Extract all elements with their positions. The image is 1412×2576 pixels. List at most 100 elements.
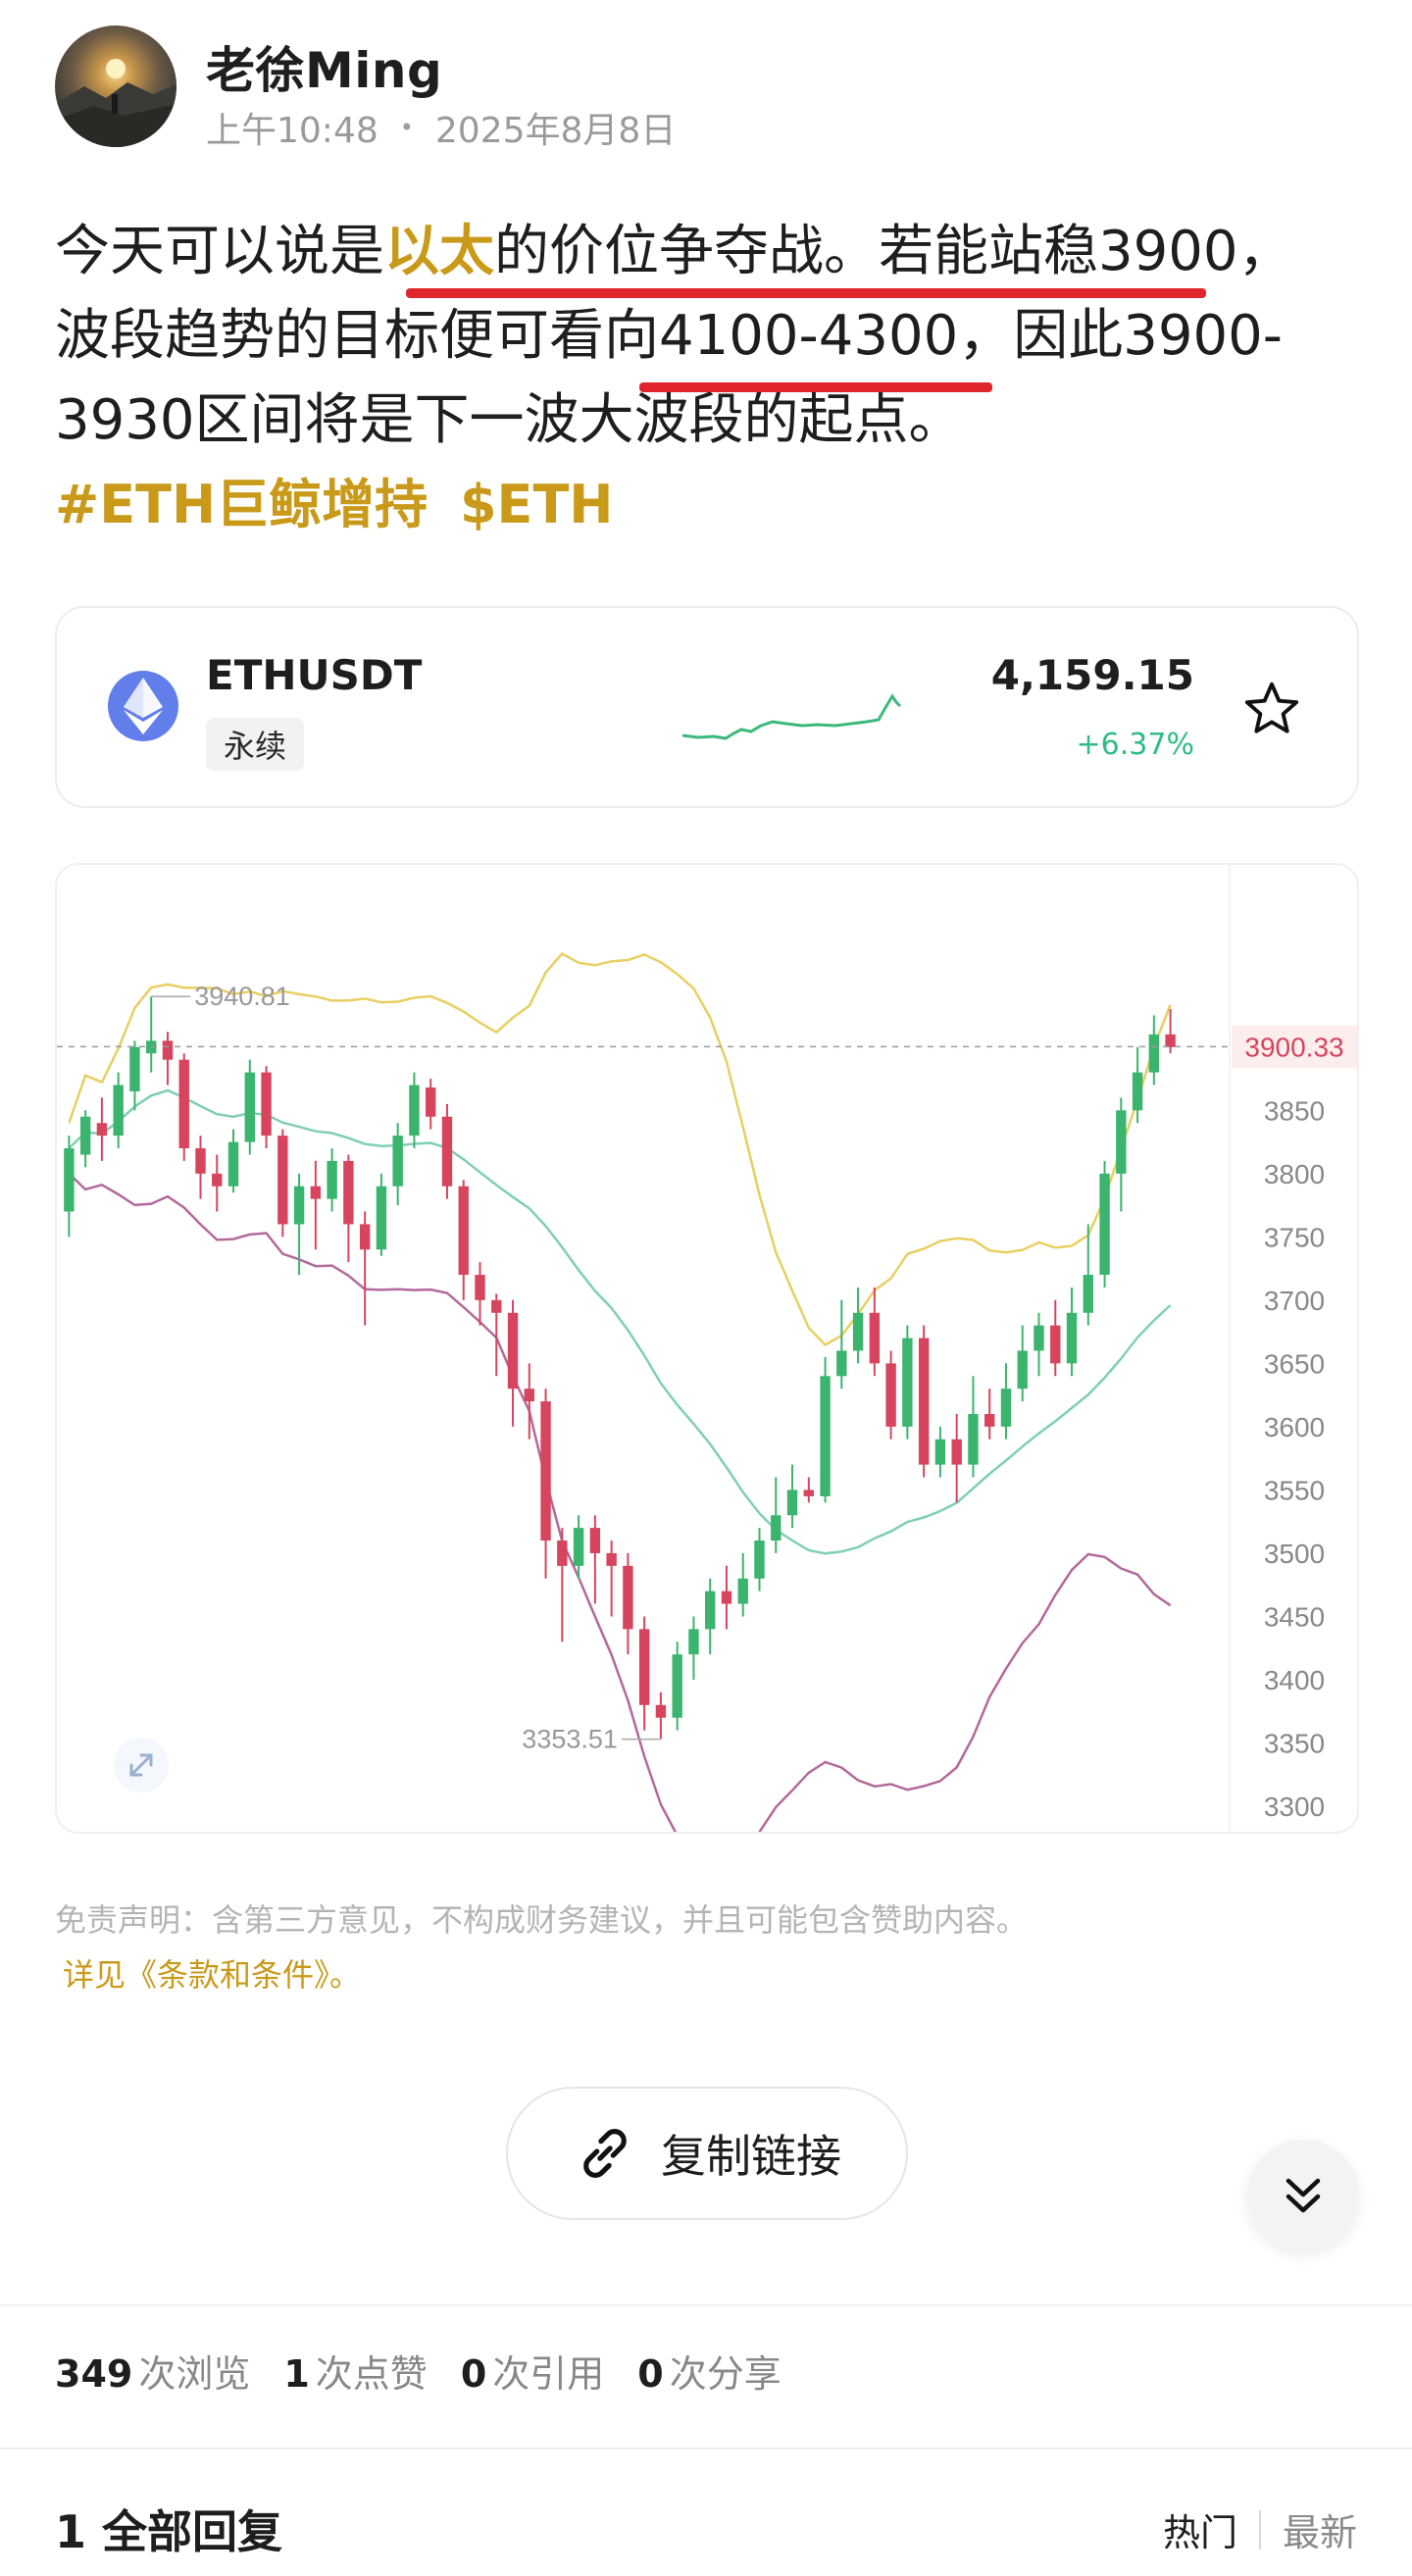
double-chevron-down-icon xyxy=(1286,2178,1321,2213)
low-price-label: 3353.51 xyxy=(522,1725,618,1754)
post-text: 今天可以说是 xyxy=(55,220,384,283)
post-body: 今天可以说是以太的价位争夺战。若能站稳3900， 波段趋势的目标便可看向4100… xyxy=(55,210,1369,547)
candle-body xyxy=(672,1654,682,1718)
candle-body xyxy=(64,1148,75,1212)
expand-icon[interactable] xyxy=(114,1738,169,1793)
terms-link[interactable]: 详见《条款和条件》。 xyxy=(63,1947,1028,2002)
current-price-label: 3900.33 xyxy=(1244,1032,1343,1062)
star-icon[interactable] xyxy=(1241,679,1302,739)
candle-body xyxy=(162,1040,174,1060)
candle-body xyxy=(803,1490,814,1496)
author-name[interactable]: 老徐Ming xyxy=(206,31,442,102)
candle-body xyxy=(178,1059,189,1149)
quotes-stat: 0 次引用 xyxy=(460,2352,605,2396)
cashtag-link[interactable]: $ETH xyxy=(460,474,614,535)
candle-body xyxy=(869,1312,881,1364)
candle-body xyxy=(79,1116,91,1155)
highlight-text[interactable]: 以太 xyxy=(384,220,494,283)
y-axis-tick: 3600 xyxy=(1264,1412,1325,1442)
ticker-symbol: ETHUSDT xyxy=(206,651,423,699)
candle-body xyxy=(491,1299,502,1313)
y-axis-tick: 3800 xyxy=(1264,1159,1325,1189)
ticker-change: +6.37% xyxy=(1076,728,1194,762)
sort-separator xyxy=(1258,2509,1261,2550)
candle-body xyxy=(212,1173,223,1187)
post-time: 上午10:48 xyxy=(206,111,378,151)
post-meta: 上午10:48 • 2025年8月8日 xyxy=(206,102,676,153)
candle-body xyxy=(1116,1110,1127,1174)
candle-body xyxy=(426,1087,436,1117)
ethereum-icon xyxy=(108,671,178,741)
post-line-1: 今天可以说是以太的价位争夺战。若能站稳3900， xyxy=(55,210,1369,294)
y-axis-tick: 3450 xyxy=(1264,1601,1325,1632)
candle-body xyxy=(573,1528,584,1566)
candle-body xyxy=(1132,1072,1143,1111)
candle-body xyxy=(820,1376,831,1496)
candle-body xyxy=(96,1123,108,1136)
engagement-stats: 349 次浏览 1 次点赞 0 次引用 0 次分享 xyxy=(55,2344,782,2398)
y-axis-tick: 3850 xyxy=(1264,1095,1325,1126)
y-axis-tick: 3500 xyxy=(1264,1539,1325,1569)
disclaimer-text: 免责声明：含第三方意见，不构成财务建议，并且可能包含赞助内容。 xyxy=(55,1901,1029,1939)
candle-body xyxy=(129,1046,140,1091)
scroll-down-button[interactable] xyxy=(1247,2140,1359,2251)
candle-body xyxy=(786,1490,798,1516)
candle-body xyxy=(195,1148,206,1174)
candle-body xyxy=(852,1312,864,1351)
sort-new-tab[interactable]: 最新 xyxy=(1283,2502,1357,2556)
ticker-price: 4,159.15 xyxy=(990,651,1194,699)
candle-body xyxy=(293,1186,305,1225)
copy-link-button[interactable]: 复制链接 xyxy=(506,2087,908,2220)
candle-body xyxy=(606,1552,617,1566)
candle-body xyxy=(392,1136,403,1187)
candle-body xyxy=(771,1515,782,1541)
shares-stat: 0 次分享 xyxy=(637,2352,782,2396)
candle-body xyxy=(737,1578,748,1604)
candle-body xyxy=(524,1389,534,1402)
candle-body xyxy=(918,1338,930,1465)
candle-body xyxy=(984,1414,995,1427)
price-chart[interactable]: 3900.33 3940.81 3353.51 3850 3800 3750 3700 365… xyxy=(55,863,1359,1834)
candle-body xyxy=(244,1072,255,1142)
sparkline xyxy=(681,693,902,740)
y-axis-tick: 3350 xyxy=(1264,1728,1325,1758)
post-text: 的价位争夺战。若能站稳3900， xyxy=(494,220,1293,283)
link-icon xyxy=(583,2129,627,2178)
candle-body xyxy=(836,1350,847,1377)
meta-separator: • xyxy=(399,114,414,141)
candle-body xyxy=(376,1186,387,1250)
candle-body xyxy=(277,1136,288,1225)
candle-body xyxy=(721,1591,732,1604)
y-axis-tick: 3300 xyxy=(1264,1792,1325,1822)
candle-body xyxy=(475,1275,485,1300)
red-underline xyxy=(406,288,1206,298)
candle-body xyxy=(688,1629,699,1655)
post-header: 老徐Ming 上午10:48 • 2025年8月8日 xyxy=(55,25,937,153)
candle-body xyxy=(902,1338,913,1427)
candle-body xyxy=(343,1160,354,1225)
candle-body xyxy=(113,1085,124,1136)
candle-body xyxy=(1099,1173,1110,1276)
candle-body xyxy=(261,1072,272,1136)
reply-sort: 热门 最新 xyxy=(1163,2502,1357,2556)
candle-body xyxy=(1000,1389,1012,1427)
candle-body xyxy=(623,1565,633,1630)
candle-body xyxy=(441,1116,453,1187)
copy-link-label: 复制链接 xyxy=(661,2130,841,2183)
sort-hot-tab[interactable]: 热门 xyxy=(1163,2502,1237,2556)
candlestick-chart: 3900.33 3940.81 3353.51 3850 3800 3750 3700 365… xyxy=(57,865,1357,1832)
candle-body xyxy=(359,1224,371,1250)
candle-body xyxy=(589,1528,601,1553)
post-line-2: 波段趋势的目标便可看向4100-4300，因此3900- xyxy=(55,304,1283,368)
candle-body xyxy=(968,1414,979,1465)
disclaimer: 免责声明：含第三方意见，不构成财务建议，并且可能包含赞助内容。 详见《条款和条件… xyxy=(55,1893,1028,2002)
y-axis-tick: 3700 xyxy=(1264,1286,1325,1316)
hashtag-link[interactable]: #ETH巨鲸增持 xyxy=(55,474,428,535)
ticker-card[interactable]: ETHUSDT 永续 4,159.15 +6.37% xyxy=(55,606,1359,808)
candle-body xyxy=(655,1704,667,1718)
candle-body xyxy=(458,1186,469,1276)
candle-body xyxy=(1034,1325,1044,1351)
candle-body xyxy=(705,1591,716,1630)
red-underline xyxy=(639,382,992,392)
avatar[interactable] xyxy=(55,25,176,147)
